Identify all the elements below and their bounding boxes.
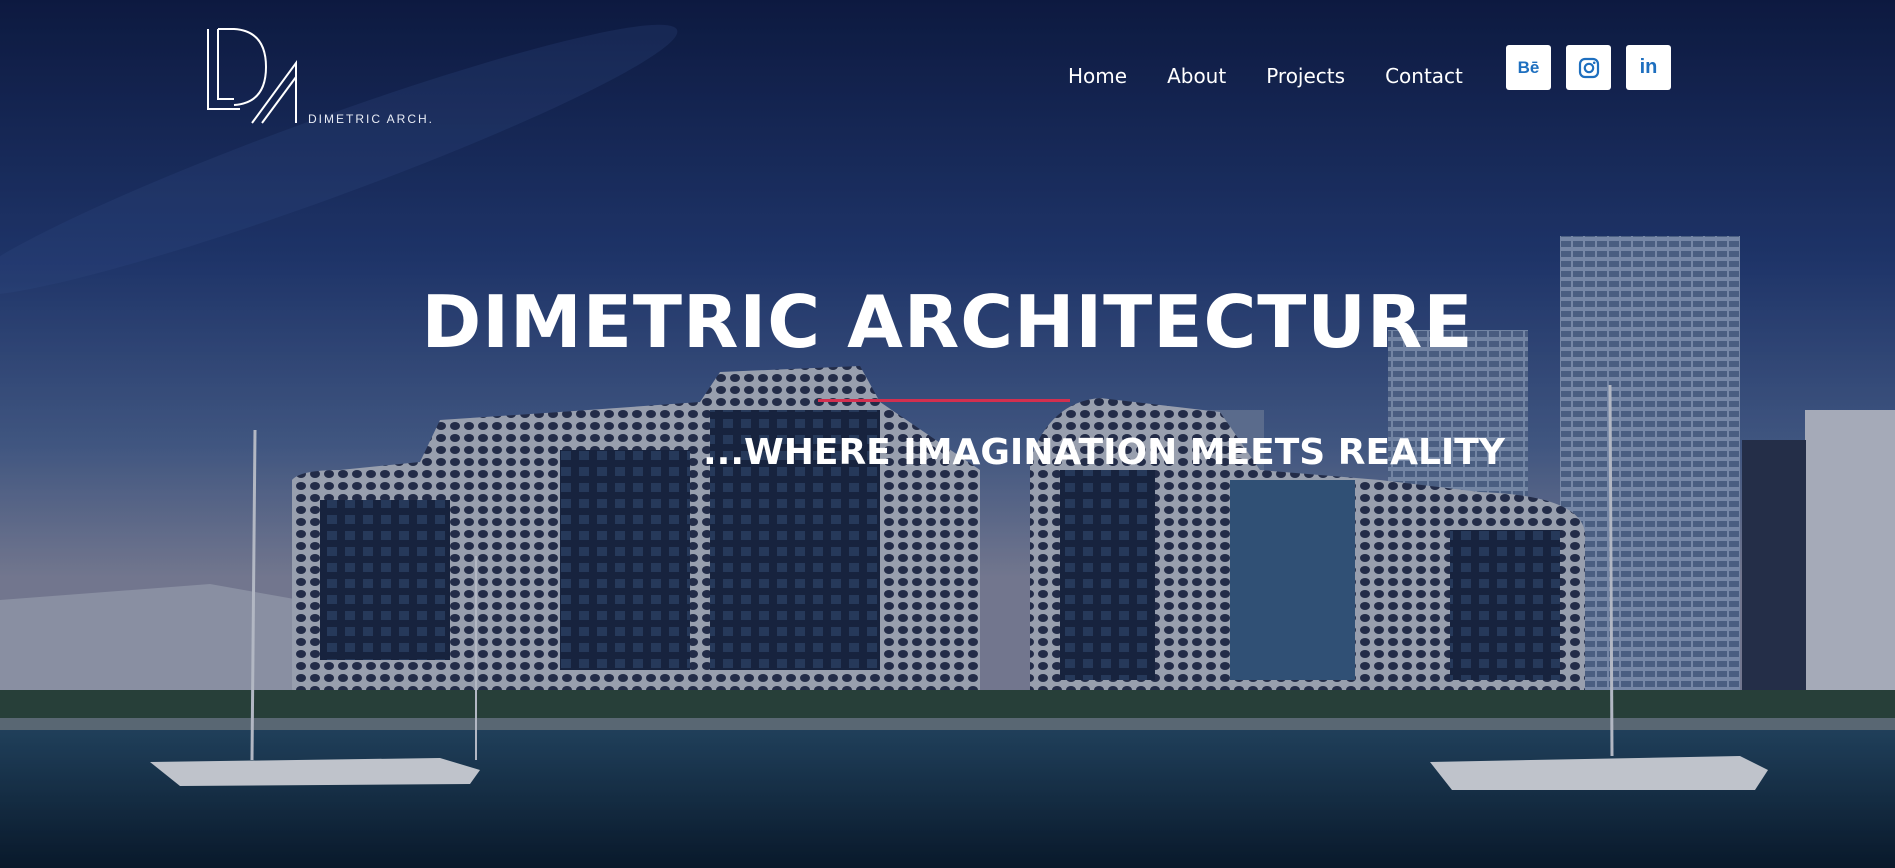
main-nav: Home About Projects Contact bbox=[1068, 62, 1463, 92]
instagram-icon bbox=[1578, 57, 1599, 78]
behance-icon: Bē bbox=[1517, 57, 1540, 77]
nav-contact[interactable]: Contact bbox=[1385, 62, 1463, 92]
hero-tagline: ...WHERE IMAGINATION MEETS REALITY bbox=[703, 432, 1505, 473]
linkedin-icon: in bbox=[1639, 56, 1658, 78]
social-links: Bē in bbox=[1506, 45, 1671, 90]
title-divider bbox=[818, 399, 1070, 402]
linkedin-button[interactable]: in bbox=[1626, 45, 1671, 90]
nav-projects[interactable]: Projects bbox=[1266, 62, 1345, 92]
instagram-button[interactable] bbox=[1566, 45, 1611, 90]
nav-about[interactable]: About bbox=[1167, 62, 1226, 92]
behance-button[interactable]: Bē bbox=[1506, 45, 1551, 90]
logo-caption: DIMETRIC ARCH. bbox=[308, 112, 435, 126]
nav-home[interactable]: Home bbox=[1068, 62, 1127, 92]
hero-section: DIMETRIC ARCH. Home About Projects Conta… bbox=[0, 0, 1895, 868]
hero-title: DIMETRIC ARCHITECTURE bbox=[421, 280, 1474, 364]
